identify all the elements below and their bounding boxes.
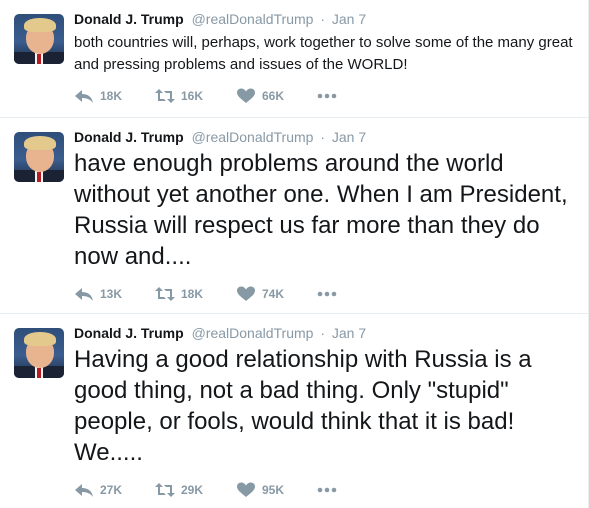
tweet-actions: 27K 29K 95K [74, 482, 337, 498]
author-handle[interactable]: @realDonaldTrump [192, 325, 314, 341]
retweet-count: 29K [181, 483, 204, 497]
reply-icon [75, 484, 93, 497]
reply-button[interactable]: 13K [74, 286, 155, 302]
separator-dot: · [320, 11, 325, 27]
tweet-text: both countries will, perhaps, work toget… [74, 34, 573, 73]
reply-button[interactable]: 18K [74, 88, 155, 104]
reply-button[interactable]: 27K [74, 482, 155, 498]
tweet-header: Donald J. Trump @realDonaldTrump · Jan 7 [74, 10, 366, 28]
like-count: 74K [262, 287, 285, 301]
tweet-date[interactable]: Jan 7 [332, 11, 366, 27]
author-handle[interactable]: @realDonaldTrump [192, 11, 314, 27]
retweet-icon [155, 483, 175, 497]
retweet-icon [155, 89, 175, 103]
reply-count: 27K [100, 483, 123, 497]
tweet-date[interactable]: Jan 7 [332, 129, 366, 145]
like-button[interactable]: 95K [236, 482, 317, 498]
tweet[interactable]: Donald J. Trump @realDonaldTrump · Jan 7… [0, 118, 588, 314]
tweet-actions: 18K 16K 66K [74, 88, 337, 104]
heart-icon [237, 482, 255, 497]
separator-dot: · [320, 129, 325, 145]
tweet[interactable]: Donald J. Trump @realDonaldTrump · Jan 7… [0, 314, 588, 508]
retweet-count: 18K [181, 287, 204, 301]
avatar[interactable] [14, 14, 64, 64]
author-name[interactable]: Donald J. Trump [74, 11, 184, 27]
avatar[interactable] [14, 132, 64, 182]
separator-dot: · [320, 325, 325, 341]
more-icon [317, 93, 337, 99]
tweet-date[interactable]: Jan 7 [332, 325, 366, 341]
reply-count: 18K [100, 89, 123, 103]
tweet[interactable]: Donald J. Trump @realDonaldTrump · Jan 7… [0, 0, 588, 118]
heart-icon [237, 88, 255, 103]
reply-count: 13K [100, 287, 123, 301]
like-button[interactable]: 74K [236, 286, 317, 302]
author-name[interactable]: Donald J. Trump [74, 129, 184, 145]
tweet-text: have enough problems around the world wi… [74, 150, 568, 270]
author-handle[interactable]: @realDonaldTrump [192, 129, 314, 145]
like-count: 95K [262, 483, 285, 497]
reply-icon [75, 288, 93, 301]
retweet-button[interactable]: 16K [155, 88, 236, 104]
heart-icon [237, 286, 255, 301]
retweet-icon [155, 287, 175, 301]
tweet-timeline: Donald J. Trump @realDonaldTrump · Jan 7… [0, 0, 589, 508]
more-button[interactable] [317, 487, 337, 493]
reply-icon [75, 90, 93, 103]
like-button[interactable]: 66K [236, 88, 317, 104]
more-icon [317, 291, 337, 297]
retweet-button[interactable]: 29K [155, 482, 236, 498]
avatar[interactable] [14, 328, 64, 378]
tweet-header: Donald J. Trump @realDonaldTrump · Jan 7 [74, 128, 366, 146]
tweet-header: Donald J. Trump @realDonaldTrump · Jan 7 [74, 324, 366, 342]
more-button[interactable] [317, 93, 337, 99]
author-name[interactable]: Donald J. Trump [74, 325, 184, 341]
retweet-count: 16K [181, 89, 204, 103]
more-icon [317, 487, 337, 493]
tweet-actions: 13K 18K 74K [74, 286, 337, 302]
more-button[interactable] [317, 291, 337, 297]
like-count: 66K [262, 89, 285, 103]
retweet-button[interactable]: 18K [155, 286, 236, 302]
tweet-text: Having a good relationship with Russia i… [74, 346, 532, 466]
